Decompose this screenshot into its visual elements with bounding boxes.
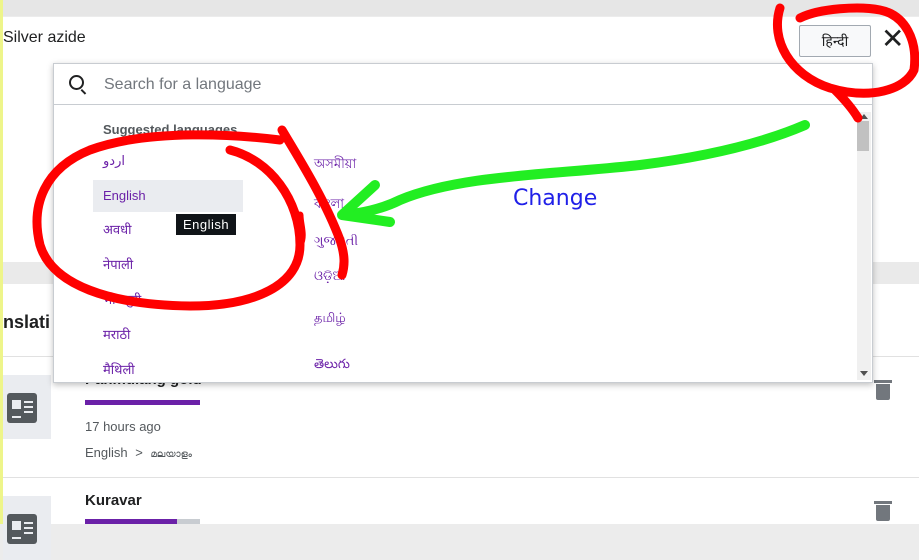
article-icon: [7, 393, 37, 423]
language-option[interactable]: English: [93, 180, 243, 212]
target-language: മലയാളം: [150, 449, 192, 460]
language-tooltip: English: [176, 214, 237, 235]
progress-bar: [85, 400, 200, 405]
language-search-row: [54, 64, 872, 105]
target-language-button[interactable]: हिन्दी: [799, 25, 871, 57]
scroll-down-arrow-icon[interactable]: [860, 371, 868, 376]
language-option[interactable]: অসমীয়া: [304, 148, 366, 180]
source-language: English: [85, 445, 128, 460]
top-band: [3, 0, 919, 16]
progress-fill: [85, 519, 177, 524]
language-option[interactable]: বাংলা: [304, 188, 354, 220]
dropdown-scrollbar[interactable]: [857, 112, 871, 380]
language-option[interactable]: తెలుగు: [304, 348, 360, 380]
article-thumbnail: [3, 375, 51, 439]
annotation-change-label: Change: [483, 182, 743, 216]
language-option[interactable]: भोजपुरी: [93, 284, 151, 316]
article-thumbnail: [3, 496, 51, 560]
search-icon: [69, 75, 84, 90]
language-option[interactable]: ગુજરાતી: [304, 225, 368, 257]
language-option[interactable]: ଓଡ଼ିଆ: [304, 260, 355, 292]
close-icon[interactable]: ✕: [881, 23, 904, 55]
progress-bar: [85, 519, 200, 524]
language-option[interactable]: اردو: [93, 145, 135, 177]
language-option[interactable]: मैथिली: [93, 354, 145, 386]
scrollbar-thumb[interactable]: [857, 121, 869, 151]
language-option[interactable]: अवधी: [93, 214, 142, 246]
scroll-up-arrow-icon[interactable]: [860, 114, 868, 119]
suggested-languages-heading: Suggested languages: [103, 122, 238, 137]
language-option[interactable]: नेपाली: [93, 249, 143, 281]
language-search-input[interactable]: [102, 72, 846, 98]
card-language-pair: English > മലയാളം: [85, 445, 192, 460]
card-title[interactable]: Kuravar: [85, 492, 142, 509]
chevron-right-icon: >: [135, 445, 143, 460]
translation-card[interactable]: Kuravar: [3, 478, 919, 560]
trash-icon[interactable]: [874, 501, 892, 521]
language-option[interactable]: தமிழ்: [304, 302, 356, 334]
article-header: Silver azide हिन्दी ✕: [3, 17, 919, 64]
translations-heading: nslati: [3, 312, 51, 332]
trash-icon[interactable]: [874, 380, 892, 400]
card-timestamp: 17 hours ago: [85, 419, 161, 434]
language-option[interactable]: मराठी: [93, 319, 140, 351]
article-title: Silver azide: [3, 29, 86, 46]
article-icon: [7, 514, 37, 544]
progress-fill: [85, 400, 200, 405]
language-selector-dropdown: Suggested languages اردو English अवधी ने…: [53, 63, 873, 383]
